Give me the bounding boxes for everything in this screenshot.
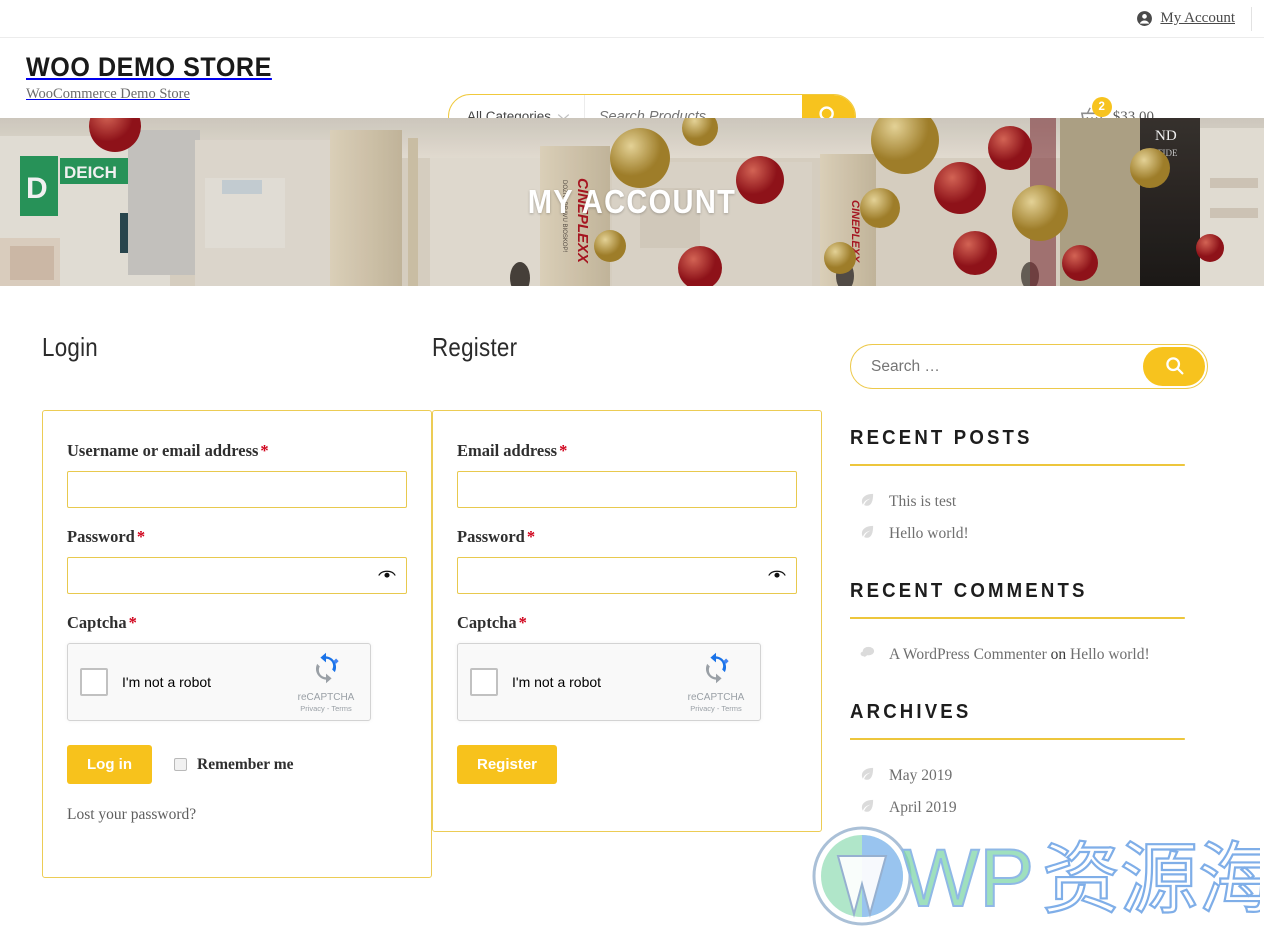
leaf-icon [860, 766, 875, 786]
login-actions: Log in Remember me [67, 745, 407, 784]
register-recaptcha-widget[interactable]: I'm not a robot reCAPTCHA Privacy - Term… [457, 643, 761, 721]
page-title: MY ACCOUNT [527, 183, 737, 220]
recent-post-link[interactable]: This is test [889, 493, 956, 511]
archives-list: May 2019 April 2019 [850, 760, 1210, 824]
leaf-icon [860, 492, 875, 512]
list-item[interactable]: This is test [860, 486, 1210, 518]
site-tagline: WooCommerce Demo Store [26, 85, 190, 102]
register-captcha-label: Captcha * [457, 613, 797, 633]
cart-count-badge: 2 [1091, 97, 1112, 117]
register-password-label: Password * [457, 527, 797, 547]
login-heading: Login [42, 332, 99, 362]
recaptcha-label: I'm not a robot [122, 674, 212, 690]
comment-icon [860, 645, 875, 665]
remember-me-field[interactable]: Remember me [174, 756, 294, 774]
email-label-text: Email address [457, 441, 558, 460]
my-account-link[interactable]: My Account [1136, 6, 1252, 31]
recent-posts-title: RECENT POSTS [850, 427, 1185, 466]
register-password-label-text: Password [457, 527, 525, 546]
required-marker: * [260, 441, 269, 460]
login-recaptcha-widget[interactable]: I'm not a robot reCAPTCHA Privacy - Term… [67, 643, 371, 721]
recaptcha-branding: reCAPTCHA Privacy - Terms [682, 652, 760, 713]
login-password-label: Password * [67, 527, 407, 547]
login-column: Login Username or email address * Passwor… [42, 332, 432, 878]
archive-link[interactable]: April 2019 [889, 799, 957, 817]
required-marker: * [518, 613, 527, 632]
required-marker: * [128, 613, 137, 632]
widget-archives: ARCHIVES May 2019 April 2019 [850, 701, 1210, 824]
recent-comments-list: A WordPress Commenter on Hello world! [850, 639, 1210, 671]
site-header: WOO DEMO STORE WooCommerce Demo Store Al… [0, 38, 1264, 139]
toggle-register-password-visibility-button[interactable] [767, 566, 787, 584]
log-in-button[interactable]: Log in [67, 745, 152, 784]
required-marker: * [136, 527, 146, 546]
username-input[interactable] [67, 471, 407, 508]
eye-icon [768, 568, 786, 583]
recent-comments-title: RECENT COMMENTS [850, 580, 1185, 619]
recaptcha-branding: reCAPTCHA Privacy - Terms [292, 652, 370, 713]
list-item[interactable]: May 2019 [860, 760, 1210, 792]
login-password-wrapper [67, 557, 407, 613]
register-form: Email address * Password * Captcha * I'm… [432, 410, 822, 832]
register-heading: Register [432, 332, 518, 362]
username-label-text: Username or email address [67, 441, 259, 460]
recaptcha-logo-icon [700, 652, 732, 692]
recaptcha-logo-icon [310, 652, 342, 692]
login-captcha-label-text: Captcha [67, 613, 127, 632]
user-circle-icon [1136, 10, 1153, 27]
list-item[interactable]: Hello world! [860, 518, 1210, 550]
comment-post-link[interactable]: Hello world! [1070, 646, 1150, 663]
register-actions: Register [457, 745, 797, 784]
comment-author-link[interactable]: A WordPress Commenter [889, 646, 1047, 663]
email-label: Email address * [457, 441, 797, 461]
sidebar-search-form [850, 344, 1208, 389]
widget-recent-comments: RECENT COMMENTS A WordPress Commenter on… [850, 580, 1210, 671]
recaptcha-terms[interactable]: Privacy - Terms [300, 704, 352, 713]
login-captcha-label: Captcha * [67, 613, 407, 633]
list-item[interactable]: A WordPress Commenter on Hello world! [860, 639, 1210, 671]
register-column: Register Email address * Password * Capt… [432, 332, 822, 878]
comment-entry: A WordPress Commenter on Hello world! [889, 646, 1150, 664]
lost-password-link[interactable]: Lost your password? [67, 806, 407, 824]
my-account-label: My Account [1160, 10, 1235, 26]
toggle-password-visibility-button[interactable] [377, 566, 397, 584]
register-captcha-label-text: Captcha [457, 613, 517, 632]
remember-me-checkbox[interactable] [174, 758, 187, 771]
register-button[interactable]: Register [457, 745, 558, 784]
archive-link[interactable]: May 2019 [889, 767, 952, 785]
widget-recent-posts: RECENT POSTS This is test Hello world! [850, 427, 1210, 550]
recaptcha-terms[interactable]: Privacy - Terms [690, 704, 742, 713]
sidebar-search-button[interactable] [1143, 347, 1205, 386]
login-form: Username or email address * Password * C… [42, 410, 432, 878]
required-marker: * [559, 441, 568, 460]
site-title: WOO DEMO STORE [26, 51, 272, 82]
site-branding[interactable]: WOO DEMO STORE WooCommerce Demo Store [26, 51, 446, 103]
top-bar: My Account [0, 0, 1264, 38]
archives-title: ARCHIVES [850, 701, 1185, 740]
comment-connector: on [1050, 646, 1067, 663]
leaf-icon [860, 798, 875, 818]
register-password-input[interactable] [457, 557, 797, 594]
recaptcha-checkbox[interactable] [80, 668, 108, 696]
login-password-label-text: Password [67, 527, 135, 546]
main-content: Login Username or email address * Passwor… [0, 286, 1264, 878]
search-icon [1164, 355, 1185, 379]
recaptcha-label: I'm not a robot [512, 674, 602, 690]
email-input[interactable] [457, 471, 797, 508]
remember-me-label: Remember me [197, 755, 294, 773]
recaptcha-brand-name: reCAPTCHA [297, 691, 355, 703]
page-hero: D DEICH CINEPLEXX DOZIVI PRAVU BIOSKOP! … [0, 118, 1264, 286]
list-item[interactable]: April 2019 [860, 792, 1210, 824]
recaptcha-brand-name: reCAPTCHA [687, 691, 745, 703]
login-password-input[interactable] [67, 557, 407, 594]
required-marker: * [526, 527, 536, 546]
register-password-wrapper [457, 557, 797, 613]
sidebar: RECENT POSTS This is test [850, 332, 1210, 878]
recaptcha-checkbox[interactable] [470, 668, 498, 696]
eye-icon [378, 568, 396, 583]
recent-post-link[interactable]: Hello world! [889, 525, 969, 543]
username-label: Username or email address * [67, 441, 407, 461]
recent-posts-list: This is test Hello world! [850, 486, 1210, 550]
leaf-icon [860, 524, 875, 544]
